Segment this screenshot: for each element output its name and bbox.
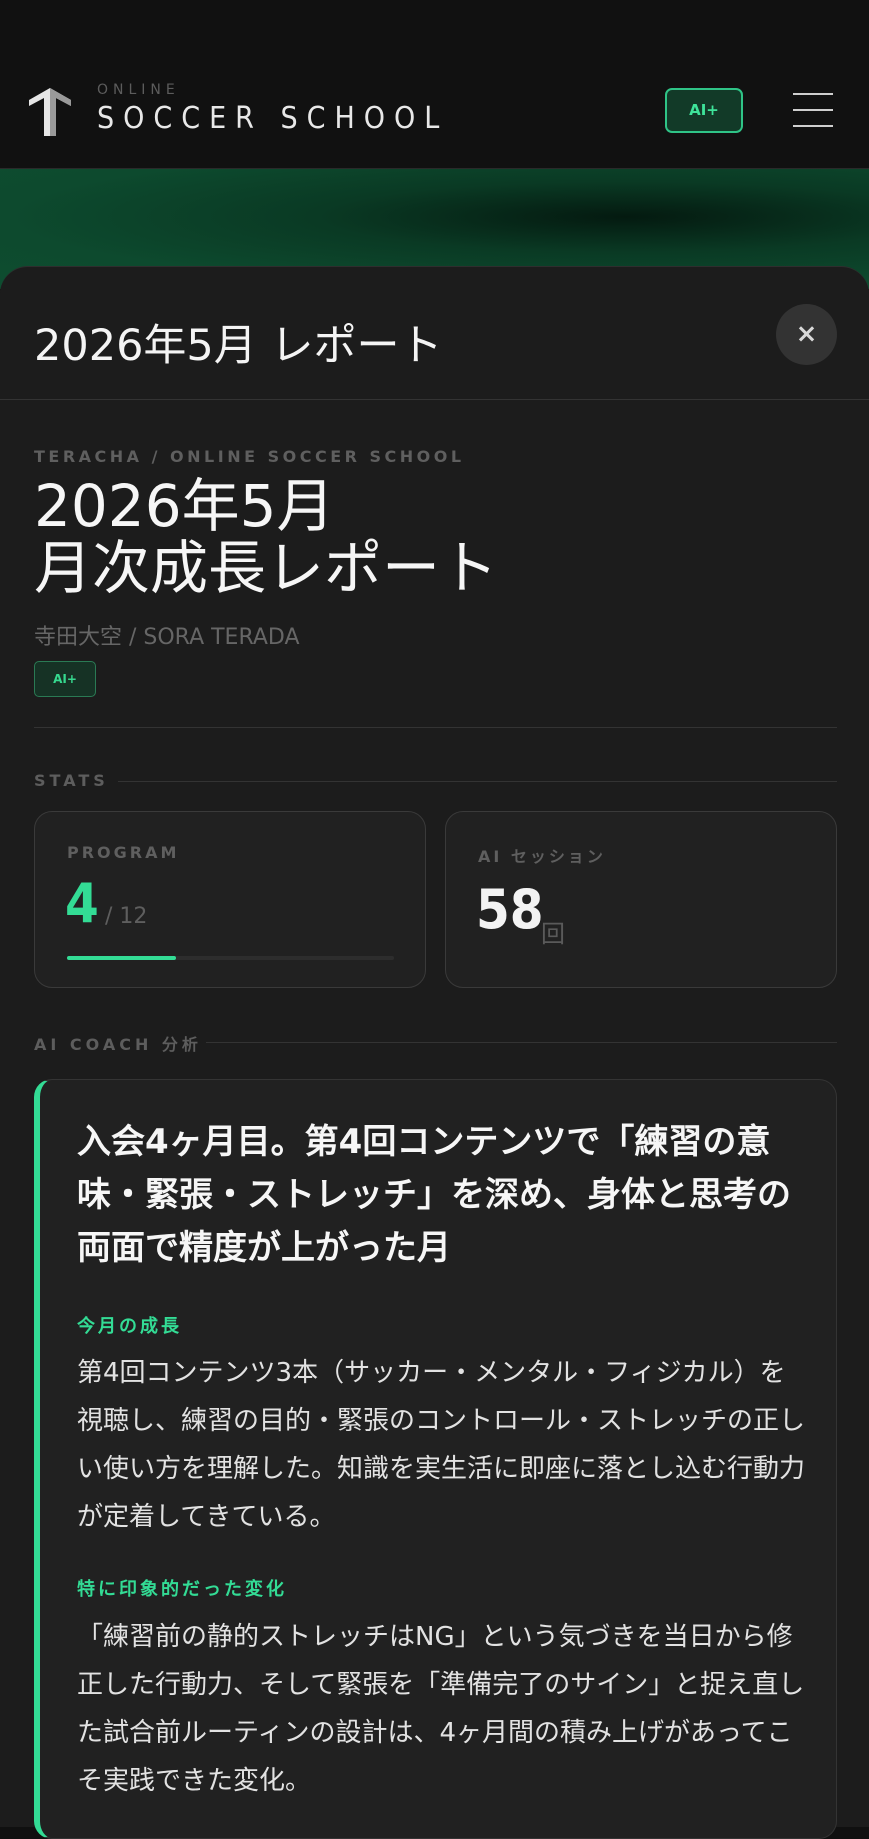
change-text: 「練習前の静的ストレッチはNG」という気づきを当日から修正した行動力、そして緊張… xyxy=(77,1622,805,1796)
coach-section-label: AI COACH 分析 xyxy=(34,1035,202,1054)
coach-analysis-card: 入会4ヶ月目。第4回コンテンツで「練習の意味・緊張・ストレッチ」を深め、身体と思… xyxy=(34,1079,837,1839)
stats-section-label: STATS xyxy=(34,771,109,790)
growth-label: 今月の成長 xyxy=(77,1316,182,1337)
report-title-line1: 2026年5月 xyxy=(34,472,335,540)
program-label: PROGRAM xyxy=(67,843,180,862)
divider xyxy=(34,727,837,728)
sheet-title: 2026年5月 レポート xyxy=(34,321,443,371)
ai-session-value: 58 xyxy=(476,878,544,941)
program-total: / 12 xyxy=(105,904,148,929)
ai-session-stat-card: AI セッション 58 回 xyxy=(445,811,837,988)
program-progress-fill xyxy=(67,956,176,960)
change-label: 特に印象的だった変化 xyxy=(77,1579,287,1600)
logo-text[interactable]: ONLINE SOCCER SCHOOL xyxy=(97,82,448,138)
close-icon: × xyxy=(795,319,818,349)
logo-subtitle: ONLINE xyxy=(97,82,180,98)
report-sheet: 2026年5月 レポート × TERACHA / ONLINE SOCCER S… xyxy=(0,266,869,1839)
ai-plus-badge: AI+ xyxy=(34,661,96,697)
ai-plus-button[interactable]: AI+ xyxy=(665,88,743,133)
app-header: ONLINE SOCCER SCHOOL AI+ xyxy=(0,0,869,169)
logo-icon[interactable] xyxy=(29,88,71,136)
stats-section-line xyxy=(118,781,837,782)
sheet-header: 2026年5月 レポート × xyxy=(0,267,869,400)
program-stat-card: PROGRAM 4 / 12 xyxy=(34,811,426,988)
coach-headline: 入会4ヶ月目。第4回コンテンツで「練習の意味・緊張・ストレッチ」を深め、身体と思… xyxy=(77,1122,791,1268)
report-title-line2: 月次成長レポート xyxy=(34,534,499,602)
student-name: 寺田大空 / SORA TERADA xyxy=(34,625,300,650)
brand-line: TERACHA / ONLINE SOCCER SCHOOL xyxy=(34,447,465,466)
growth-text: 第4回コンテンツ3本（サッカー・メンタル・フィジカル）を視聴し、練習の目的・緊張… xyxy=(77,1358,806,1532)
program-progress-bar xyxy=(67,956,394,960)
ai-session-unit: 回 xyxy=(541,920,565,948)
coach-section-line xyxy=(206,1042,837,1043)
close-button[interactable]: × xyxy=(776,304,837,365)
logo-title: SOCCER SCHOOL xyxy=(97,101,449,136)
program-value: 4 xyxy=(65,872,99,935)
report-title: 2026年5月 月次成長レポート xyxy=(34,475,498,599)
menu-icon[interactable] xyxy=(793,93,833,127)
ai-session-label: AI セッション xyxy=(478,847,606,866)
